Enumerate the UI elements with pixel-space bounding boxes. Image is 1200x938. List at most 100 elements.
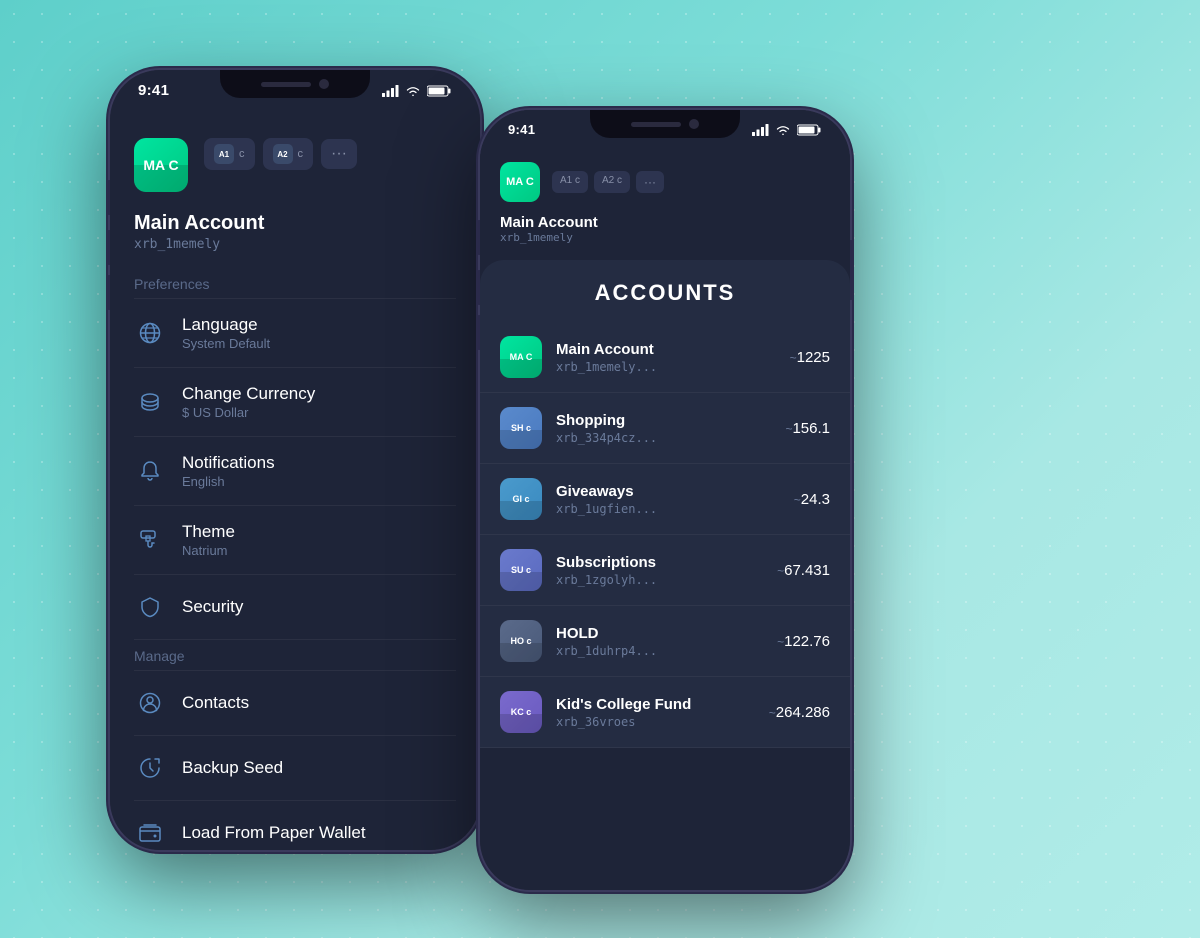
account-row-addr-kids-college: xrb_36vroes [556,715,769,729]
security-title: Security [182,597,456,617]
settings-screen: 9:41 [110,70,480,850]
tab-a2[interactable]: A2 c [263,138,314,170]
phones-container: 9:41 [0,0,1200,938]
status-icons-left [382,85,452,97]
currency-text: Change Currency $ US Dollar [182,384,456,420]
account-row-name-subscriptions: Subscriptions [556,554,777,571]
account-row-info-main: Main Account xrb_1memely... [556,341,790,374]
preferences-label: Preferences [110,268,480,298]
paper-wallet-title: Load From Paper Wallet [182,823,456,843]
account-row-info-kids-college: Kid's College Fund xrb_36vroes [556,696,769,729]
notifications-subtitle: English [182,474,456,489]
globe-icon [134,317,166,349]
theme-subtitle: Natrium [182,543,456,558]
tilde-giveaways: ~ [794,493,801,507]
signal-icon-right [752,124,769,136]
menu-item-language[interactable]: Language System Default [110,299,480,367]
main-account-avatar-left[interactable]: MA C [134,138,188,192]
coins-icon [134,386,166,418]
account-row-addr-giveaways: xrb_1ugfien... [556,502,794,516]
backup-icon [134,752,166,784]
speaker-right [631,122,681,127]
mini-tab-a2[interactable]: A2 c [594,171,630,193]
person-circle-icon [134,687,166,719]
tilde-subscriptions: ~ [777,564,784,578]
account-avatar-kids-college: KC c [500,691,542,733]
notch-left [220,70,370,98]
phone-left: 9:41 [110,70,480,850]
mini-header: MA C A1 c A2 c ··· [500,162,830,202]
camera-right [689,119,699,129]
account-address-left: xrb_1memely [134,237,456,252]
battery-icon-right [797,124,822,136]
menu-item-paper-wallet[interactable]: Load From Paper Wallet [110,801,480,850]
tab-a1-label: c [239,148,245,160]
tab-more[interactable]: ··· [321,139,357,169]
menu-item-currency[interactable]: Change Currency $ US Dollar [110,368,480,436]
account-row-addr-main: xrb_1memely... [556,360,790,374]
time-right: 9:41 [508,122,535,137]
menu-item-contacts[interactable]: Contacts [110,671,480,735]
account-row-balance-hold: ~122.76 [777,633,830,650]
mini-tabs: A1 c A2 c ··· [552,171,664,193]
account-row-balance-kids-college: ~264.286 [769,704,830,721]
account-row-name-main: Main Account [556,341,790,358]
tilde-hold: ~ [777,635,784,649]
account-row-main[interactable]: MA C Main Account xrb_1memely... ~1225 [480,322,850,393]
account-row-kids-college[interactable]: KC c Kid's College Fund xrb_36vroes ~264… [480,677,850,748]
currency-subtitle: $ US Dollar [182,405,456,420]
menu-item-theme[interactable]: Theme Natrium [110,506,480,574]
account-tabs: A1 c A2 c ··· [204,138,357,170]
status-icons-right [752,124,822,136]
accounts-title: ACCOUNTS [480,280,850,306]
tilde-shopping: ~ [785,422,792,436]
menu-item-notifications[interactable]: Notifications English [110,437,480,505]
account-row-name-giveaways: Giveaways [556,483,794,500]
language-subtitle: System Default [182,336,456,351]
accounts-panel: ACCOUNTS MA C Main Account xrb_1memely..… [480,260,850,748]
mini-tab-a1[interactable]: A1 c [552,171,588,193]
account-row-name-kids-college: Kid's College Fund [556,696,769,713]
notch-right [590,110,740,138]
tab-a2-label: c [298,148,304,160]
wallet-icon [134,817,166,849]
account-row-info-hold: HOLD xrb_1duhrp4... [556,625,777,658]
account-avatar-shopping: SH c [500,407,542,449]
time-left: 9:41 [138,82,169,99]
language-text: Language System Default [182,315,456,351]
wifi-icon [405,85,421,97]
mini-avatar[interactable]: MA C [500,162,540,202]
paper-wallet-text: Load From Paper Wallet [182,823,456,843]
backup-title: Backup Seed [182,758,456,778]
tilde-main: ~ [790,351,797,365]
account-row-balance-subscriptions: ~67.431 [777,562,830,579]
account-row-shopping[interactable]: SH c Shopping xrb_334p4cz... ~156.1 [480,393,850,464]
account-row-hold[interactable]: HO c HOLD xrb_1duhrp4... ~122.76 [480,606,850,677]
account-row-name-shopping: Shopping [556,412,785,429]
account-row-giveaways[interactable]: GI c Giveaways xrb_1ugfien... ~24.3 [480,464,850,535]
account-row-subscriptions[interactable]: SU c Subscriptions xrb_1zgolyh... ~67.43… [480,535,850,606]
account-row-name-hold: HOLD [556,625,777,642]
tab-a1[interactable]: A1 c [204,138,255,170]
account-row-balance-giveaways: ~24.3 [794,491,830,508]
shield-icon [134,591,166,623]
account-name-left: Main Account [134,212,456,235]
account-row-addr-shopping: xrb_334p4cz... [556,431,785,445]
phone-right: 9:41 [480,110,850,890]
mini-more[interactable]: ··· [636,171,664,193]
tilde-kids-college: ~ [769,706,776,720]
wifi-icon-right [775,124,791,136]
speaker-left [261,82,311,87]
manage-label: Manage [110,640,480,670]
tab-a2-avatar: A2 [273,144,293,164]
account-row-info-shopping: Shopping xrb_334p4cz... [556,412,785,445]
theme-title: Theme [182,522,456,542]
notifications-text: Notifications English [182,453,456,489]
menu-item-security[interactable]: Security [110,575,480,639]
menu-item-backup[interactable]: Backup Seed [110,736,480,800]
account-avatar-main: MA C [500,336,542,378]
contacts-text: Contacts [182,693,456,713]
account-avatar-giveaways: GI c [500,478,542,520]
account-row-addr-subscriptions: xrb_1zgolyh... [556,573,777,587]
security-text: Security [182,597,456,617]
